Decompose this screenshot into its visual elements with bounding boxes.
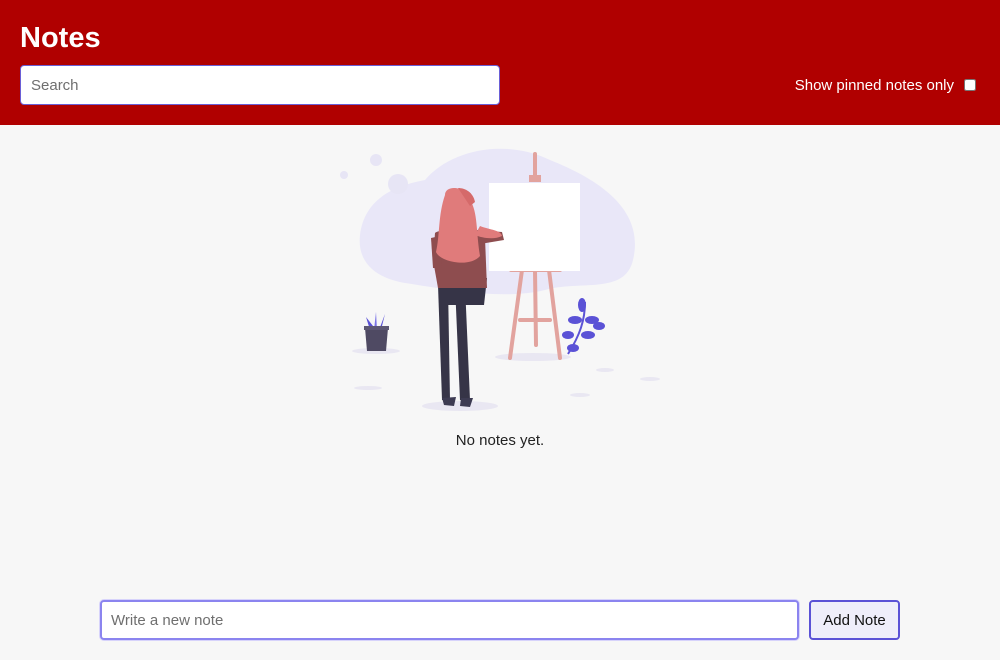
ground-shadow-dash-3	[640, 377, 660, 381]
pinned-only-checkbox[interactable]	[964, 79, 976, 91]
pinned-only-toggle[interactable]: Show pinned notes only	[795, 74, 976, 96]
easel-clamp	[529, 175, 541, 182]
notes-app: Notes Show pinned notes only	[0, 0, 1000, 660]
search-input[interactable]	[20, 65, 500, 105]
ground-shadow-dash-1	[354, 386, 382, 390]
potted-plant	[364, 312, 389, 351]
new-note-input[interactable]	[100, 600, 799, 640]
bubble-medium	[370, 154, 382, 166]
bubble-small	[340, 171, 348, 179]
bubble-large	[388, 174, 408, 194]
add-note-button[interactable]: Add Note	[809, 600, 900, 640]
ground-shadow-dash-2	[596, 368, 614, 372]
empty-state-illustration	[340, 148, 660, 411]
app-header: Notes Show pinned notes only	[0, 0, 1000, 125]
leafy-plant	[562, 298, 605, 355]
canvas-board	[489, 183, 580, 271]
empty-state-message: No notes yet.	[455, 432, 545, 449]
page-title: Notes	[20, 22, 101, 54]
pinned-only-label: Show pinned notes only	[794, 76, 954, 94]
ground-shadow-dash-4	[570, 393, 590, 397]
note-composer: Add Note	[100, 600, 900, 640]
